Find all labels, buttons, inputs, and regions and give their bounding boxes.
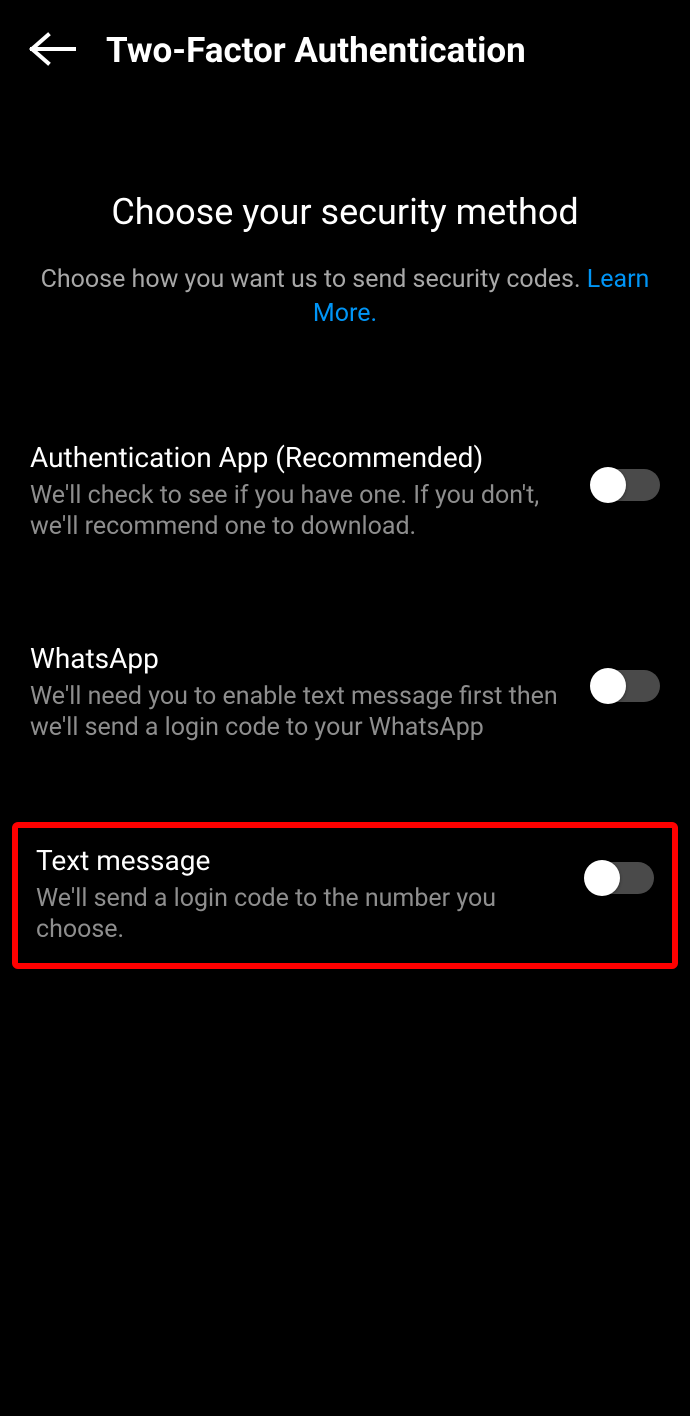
option-title: WhatsApp [30,642,572,675]
toggle-knob [584,860,620,896]
options-list: Authentication App (Recommended) We'll c… [0,331,690,970]
toggle-whatsapp[interactable] [592,670,660,702]
hero-title: Choose your security method [30,191,660,233]
hero-subtitle: Choose how you want us to send security … [30,263,660,331]
toggle-knob [590,467,626,503]
toggle-knob [590,668,626,704]
option-text-message[interactable]: Text message We'll send a login code to … [12,822,678,970]
option-text: Authentication App (Recommended) We'll c… [30,441,592,543]
option-title: Authentication App (Recommended) [30,441,572,474]
page-title: Two-Factor Authentication [106,30,526,71]
option-authentication-app[interactable]: Authentication App (Recommended) We'll c… [0,419,690,565]
option-desc: We'll send a login code to the number yo… [36,883,566,946]
back-button[interactable] [28,31,76,71]
hero-section: Choose your security method Choose how y… [0,101,690,331]
option-desc: We'll need you to enable text message fi… [30,681,572,744]
arrow-left-icon [28,31,76,67]
option-title: Text message [36,844,566,877]
option-text: WhatsApp We'll need you to enable text m… [30,642,592,744]
toggle-text-message[interactable] [586,862,654,894]
option-whatsapp[interactable]: WhatsApp We'll need you to enable text m… [0,620,690,766]
toggle-authentication-app[interactable] [592,469,660,501]
option-text: Text message We'll send a login code to … [36,844,586,946]
hero-subtitle-text: Choose how you want us to send security … [41,265,581,294]
header: Two-Factor Authentication [0,0,690,101]
option-desc: We'll check to see if you have one. If y… [30,480,572,543]
